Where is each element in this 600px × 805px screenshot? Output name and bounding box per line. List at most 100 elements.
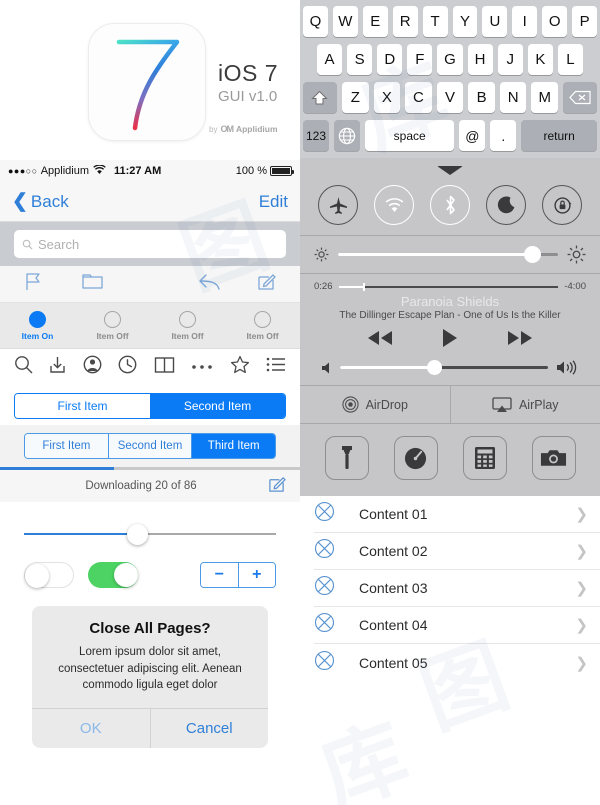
key-g[interactable]: G — [437, 44, 462, 75]
segment-first-item[interactable]: First Item — [25, 434, 109, 458]
stepper-plus-button[interactable]: + — [239, 563, 276, 587]
more-icon[interactable] — [191, 358, 213, 376]
star-icon[interactable] — [230, 355, 250, 379]
tab-item-0[interactable]: Item On — [0, 311, 75, 341]
back-button[interactable]: ❮ Back — [12, 190, 69, 213]
segment-second-item[interactable]: Second Item — [109, 434, 193, 458]
key-l[interactable]: L — [558, 44, 583, 75]
airdrop-button[interactable]: AirDrop — [300, 386, 451, 423]
search-icon[interactable] — [14, 355, 33, 379]
return-key[interactable]: return — [521, 120, 597, 151]
key-a[interactable]: A — [317, 44, 342, 75]
key-f[interactable]: F — [407, 44, 432, 75]
clock-icon[interactable] — [118, 355, 137, 379]
music-progress-knob[interactable] — [363, 283, 365, 291]
timer-button[interactable] — [394, 436, 438, 480]
alert-dialog: Close All Pages? Lorem ipsum dolor sit a… — [32, 606, 268, 748]
do-not-disturb-toggle[interactable] — [486, 185, 526, 225]
airplay-button[interactable]: AirPlay — [451, 386, 600, 423]
play-button[interactable] — [441, 328, 458, 353]
search-input[interactable]: Search — [14, 230, 286, 258]
key-d[interactable]: D — [377, 44, 402, 75]
backspace-key[interactable] — [563, 82, 597, 113]
key-u[interactable]: U — [482, 6, 507, 37]
tab-item-2[interactable]: Item Off — [150, 311, 225, 341]
alert-ok-button[interactable]: OK — [32, 709, 151, 748]
segment-third-item[interactable]: Third Item — [192, 434, 275, 458]
previous-track-button[interactable] — [366, 330, 394, 351]
tab-label: Item Off — [75, 331, 150, 341]
brightness-slider[interactable] — [338, 253, 558, 256]
compose-icon[interactable] — [268, 475, 286, 498]
key-e[interactable]: E — [363, 6, 388, 37]
flag-icon[interactable] — [24, 272, 42, 296]
brightness-knob[interactable] — [524, 246, 541, 263]
flashlight-button[interactable] — [325, 436, 369, 480]
list-item[interactable]: Content 01 ❯ — [314, 496, 600, 533]
contact-icon[interactable] — [83, 355, 102, 379]
space-key[interactable]: space — [365, 120, 454, 151]
tab-item-3[interactable]: Item Off — [225, 311, 300, 341]
list-icon[interactable] — [266, 356, 286, 378]
volume-high-icon — [556, 360, 580, 375]
key-c[interactable]: C — [405, 82, 432, 113]
period-key[interactable]: . — [490, 120, 516, 151]
wifi-toggle[interactable] — [374, 185, 414, 225]
segment-first-item[interactable]: First Item — [15, 394, 150, 418]
key-k[interactable]: K — [528, 44, 553, 75]
numbers-key[interactable]: 123 — [303, 120, 329, 151]
download-icon[interactable] — [49, 355, 66, 379]
key-s[interactable]: S — [347, 44, 372, 75]
next-track-button[interactable] — [506, 330, 534, 351]
list-item[interactable]: Content 04 ❯ — [314, 607, 600, 644]
airplane-mode-toggle[interactable] — [318, 185, 358, 225]
progress-row: Downloading 20 of 86 — [0, 470, 300, 502]
bluetooth-toggle[interactable] — [430, 185, 470, 225]
toggle-switch-on[interactable] — [88, 562, 138, 588]
slider-control[interactable] — [24, 524, 276, 544]
key-z[interactable]: Z — [342, 82, 369, 113]
key-n[interactable]: N — [500, 82, 527, 113]
compose-icon[interactable] — [257, 272, 276, 296]
music-progress-track[interactable] — [339, 286, 559, 288]
control-center-toggles — [300, 181, 600, 235]
camera-button[interactable] — [532, 436, 576, 480]
tab-item-1[interactable]: Item Off — [75, 311, 150, 341]
at-key[interactable]: @ — [459, 120, 485, 151]
drag-handle-icon[interactable] — [437, 166, 463, 175]
toggle-switch-off[interactable] — [24, 562, 74, 588]
shift-key[interactable] — [303, 82, 337, 113]
edit-button[interactable]: Edit — [259, 192, 288, 212]
key-y[interactable]: Y — [453, 6, 478, 37]
calculator-button[interactable] — [463, 436, 507, 480]
key-r[interactable]: R — [393, 6, 418, 37]
playback-controls — [314, 321, 586, 356]
folder-icon[interactable] — [82, 273, 103, 295]
slider-knob[interactable] — [127, 524, 148, 545]
list-item[interactable]: Content 02 ❯ — [314, 533, 600, 570]
key-q[interactable]: Q — [303, 6, 328, 37]
key-w[interactable]: W — [333, 6, 358, 37]
key-h[interactable]: H — [468, 44, 493, 75]
stepper-minus-button[interactable]: − — [201, 563, 239, 587]
volume-slider[interactable] — [340, 366, 548, 369]
globe-key[interactable] — [334, 120, 360, 151]
key-t[interactable]: T — [423, 6, 448, 37]
key-x[interactable]: X — [374, 82, 401, 113]
list-item[interactable]: Content 03 ❯ — [314, 570, 600, 607]
key-i[interactable]: I — [512, 6, 537, 37]
reply-icon[interactable] — [198, 273, 221, 296]
key-m[interactable]: M — [531, 82, 558, 113]
segment-second-item[interactable]: Second Item — [150, 394, 285, 418]
rotation-lock-toggle[interactable] — [542, 185, 582, 225]
key-p[interactable]: P — [572, 6, 597, 37]
key-o[interactable]: O — [542, 6, 567, 37]
alert-cancel-button[interactable]: Cancel — [151, 709, 269, 748]
key-j[interactable]: J — [498, 44, 523, 75]
branding-block: iOS 7 GUI v1.0 by OM Applidium — [0, 0, 300, 160]
book-icon[interactable] — [154, 356, 175, 379]
volume-knob[interactable] — [427, 360, 442, 375]
key-b[interactable]: B — [468, 82, 495, 113]
list-item[interactable]: Content 05 ❯ — [314, 644, 600, 681]
key-v[interactable]: V — [437, 82, 464, 113]
